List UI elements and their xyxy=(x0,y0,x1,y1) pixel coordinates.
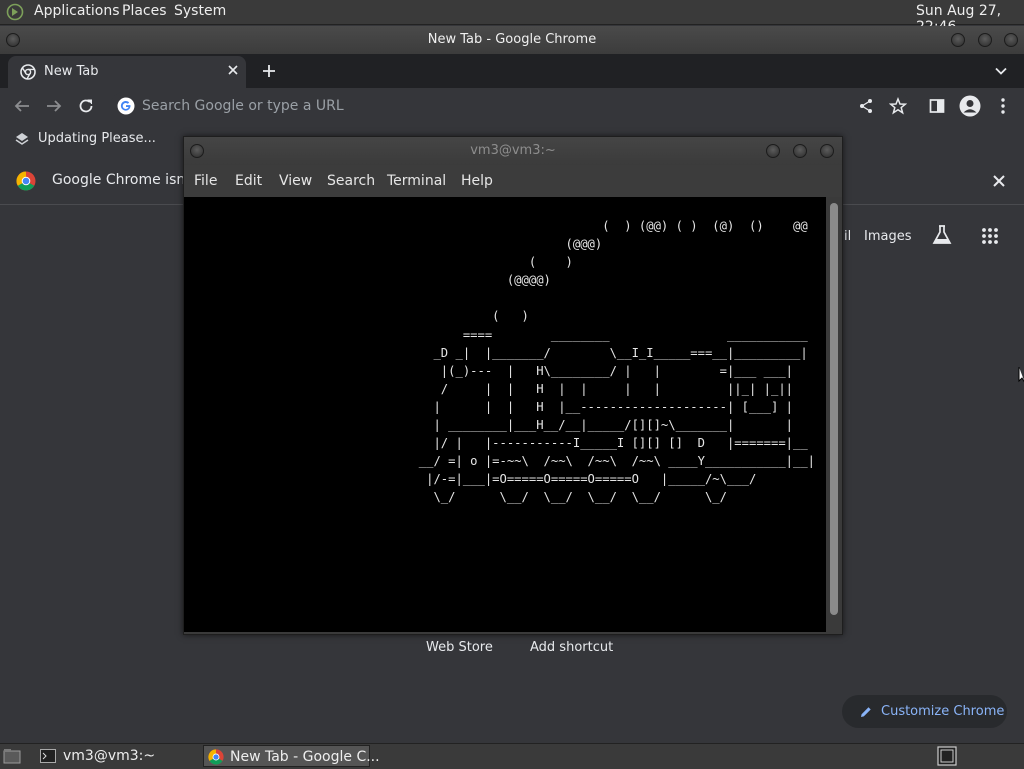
terminal-scrollbar[interactable] xyxy=(826,197,842,632)
shortcut-web-store[interactable]: Web Store xyxy=(426,640,493,655)
bookmark-favicon-icon xyxy=(14,131,30,147)
back-button[interactable] xyxy=(13,97,31,115)
bookmark-label: Updating Please... xyxy=(38,131,156,146)
window-titlebar[interactable]: New Tab - Google Chrome xyxy=(0,26,1024,54)
pencil-icon xyxy=(859,705,873,719)
apps-grid-icon[interactable] xyxy=(981,227,999,245)
terminal-window[interactable]: vm3@vm3:~ File Edit View Search Terminal… xyxy=(183,136,843,635)
terminal-menu-edit[interactable]: Edit xyxy=(235,173,262,189)
forward-button[interactable] xyxy=(45,97,63,115)
taskbar-item-chrome-label: New Tab - Google C... xyxy=(230,749,380,765)
chrome-menu-icon[interactable] xyxy=(994,97,1012,115)
customize-chrome-label: Customize Chrome xyxy=(881,704,1005,719)
terminal-menu-help[interactable]: Help xyxy=(461,173,493,189)
taskbar-item-terminal-label: vm3@vm3:~ xyxy=(63,748,156,764)
terminal-menu-view[interactable]: View xyxy=(279,173,312,189)
close-window-button[interactable] xyxy=(1004,33,1018,47)
window-title: New Tab - Google Chrome xyxy=(427,32,597,47)
chrome-favicon-icon xyxy=(20,64,36,80)
labs-flask-icon[interactable] xyxy=(931,224,953,246)
terminal-close-button[interactable] xyxy=(820,144,834,158)
show-desktop-icon[interactable] xyxy=(3,748,21,764)
taskbar-item-terminal[interactable]: vm3@vm3:~ xyxy=(37,745,197,767)
omnibox-placeholder: Search Google or type a URL xyxy=(142,98,344,114)
terminal-title: vm3@vm3:~ xyxy=(470,143,556,158)
terminal-window-menu-button[interactable] xyxy=(190,144,204,158)
top-panel: Applications Places System Sun Aug 27, 2… xyxy=(0,0,1024,35)
applications-menu[interactable]: Applications xyxy=(34,3,120,19)
mouse-cursor-icon xyxy=(1018,366,1024,384)
new-tab-button[interactable] xyxy=(261,63,277,79)
infobar-close-icon[interactable] xyxy=(992,174,1006,188)
profile-avatar-icon[interactable] xyxy=(959,95,981,117)
omnibox[interactable]: Search Google or type a URL xyxy=(110,92,910,120)
terminal-scrollbar-thumb[interactable] xyxy=(830,203,838,615)
terminal-menu-search[interactable]: Search xyxy=(327,173,375,189)
images-link[interactable]: Images xyxy=(864,229,912,244)
terminal-screen[interactable]: ( ) (@@) ( ) (@) () @@ (@@@) ( ) (@@@@) xyxy=(184,197,826,632)
taskbar-chrome-icon xyxy=(208,749,224,765)
share-icon[interactable] xyxy=(857,97,875,115)
terminal-menu-file[interactable]: File xyxy=(194,173,217,189)
tab-close-icon[interactable] xyxy=(226,63,240,77)
terminal-minimize-button[interactable] xyxy=(766,144,780,158)
workspace-switcher-icon[interactable] xyxy=(937,746,957,766)
places-menu[interactable]: Places xyxy=(122,3,167,19)
terminal-titlebar[interactable]: vm3@vm3:~ xyxy=(184,137,842,165)
terminal-app-icon xyxy=(40,749,56,763)
terminal-menu-terminal[interactable]: Terminal xyxy=(387,173,446,189)
reload-button[interactable] xyxy=(77,97,95,115)
terminal-maximize-button[interactable] xyxy=(793,144,807,158)
distro-logo-icon[interactable] xyxy=(6,3,24,21)
taskbar-item-chrome[interactable]: New Tab - Google C... xyxy=(203,745,380,767)
side-panel-icon[interactable] xyxy=(928,97,946,115)
customize-chrome-button[interactable]: Customize Chrome xyxy=(842,695,1007,728)
google-g-icon xyxy=(117,97,135,115)
bookmark-star-icon[interactable] xyxy=(889,97,907,115)
tab-title: New Tab xyxy=(44,64,99,79)
system-menu[interactable]: System xyxy=(174,3,226,19)
tab-new-tab[interactable]: New Tab xyxy=(8,56,246,88)
minimize-button[interactable] xyxy=(951,33,965,47)
chrome-logo-icon xyxy=(16,171,36,191)
terminal-menubar: File Edit View Search Terminal Help xyxy=(184,165,842,197)
window-menu-button[interactable] xyxy=(6,33,20,47)
maximize-button[interactable] xyxy=(978,33,992,47)
terminal-output: ( ) (@@) ( ) (@) () @@ (@@@) ( ) (@@@@) xyxy=(418,219,816,505)
tab-search-chevron-icon[interactable] xyxy=(994,64,1008,78)
shortcut-add[interactable]: Add shortcut xyxy=(530,640,613,655)
